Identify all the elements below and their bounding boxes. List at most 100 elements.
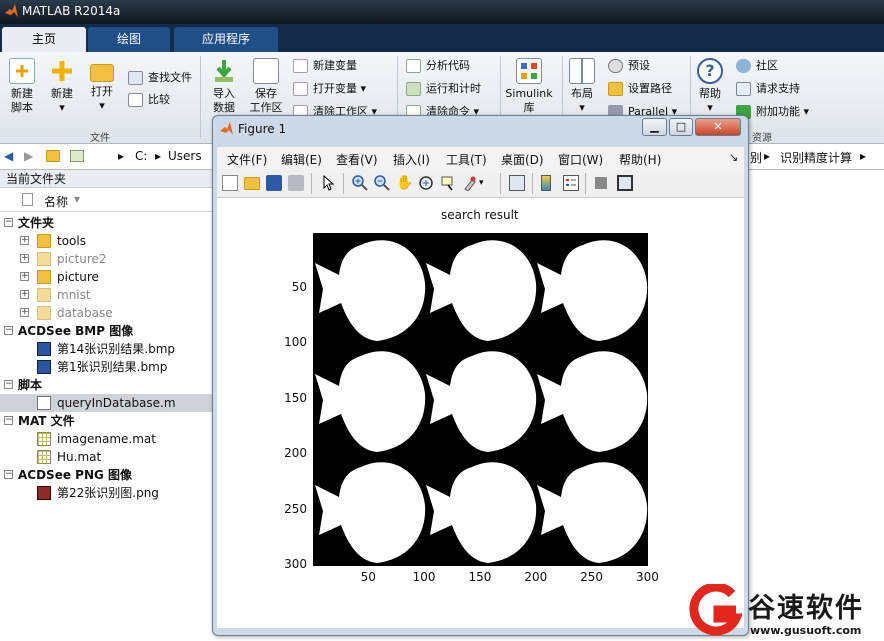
new-variable-button[interactable]: 新建变量 xyxy=(293,56,357,76)
y-tick-label: 150 xyxy=(284,390,307,405)
community-button[interactable]: 社区 xyxy=(736,56,778,76)
zoom-in-icon[interactable] xyxy=(352,175,368,191)
legend-icon[interactable] xyxy=(563,175,579,191)
analyze-code-button[interactable]: 分析代码 xyxy=(406,56,470,76)
layout-button[interactable]: 布局 ▾ xyxy=(560,56,604,115)
menu-file[interactable]: 文件(F) xyxy=(227,151,267,168)
tab-home[interactable]: 主页 xyxy=(2,27,86,52)
collapse-icon[interactable]: − xyxy=(4,326,13,335)
forward-arrow-icon[interactable]: ▶ xyxy=(24,149,33,163)
open-button[interactable]: 打开 ▾ xyxy=(80,56,124,113)
matlab-logo-icon xyxy=(220,122,233,135)
import-data-button[interactable]: 导入 数据 xyxy=(202,56,246,115)
path-segment-current[interactable]: 识别精度计算 xyxy=(780,149,852,166)
find-files-button[interactable]: 查找文件 xyxy=(128,68,192,88)
file-item-mat[interactable]: imagename.mat xyxy=(0,430,212,448)
folder-item-picture[interactable]: + picture xyxy=(0,268,212,286)
toolbar-divider xyxy=(311,173,312,194)
open-file-icon[interactable] xyxy=(244,177,260,190)
back-arrow-icon[interactable]: ◀ xyxy=(4,149,13,163)
file-type-column-icon xyxy=(22,193,33,206)
folder-icon xyxy=(37,234,51,248)
group-scripts[interactable]: − 脚本 xyxy=(0,376,212,394)
file-item-bmp[interactable]: 第14张识别结果.bmp xyxy=(0,340,212,358)
sort-arrow-icon[interactable]: ▾ xyxy=(74,192,80,206)
chevron-down-icon: ▾ xyxy=(99,99,105,112)
new-script-button[interactable]: 新建 脚本 xyxy=(0,56,44,115)
mat-file-icon xyxy=(37,450,51,464)
group-folders[interactable]: − 文件夹 xyxy=(0,214,212,232)
menu-view[interactable]: 查看(V) xyxy=(336,151,378,168)
minimize-button[interactable]: ▁ xyxy=(642,118,667,136)
folder-item-mnist[interactable]: + mnist xyxy=(0,286,212,304)
request-support-button[interactable]: 请求支持 xyxy=(736,79,800,99)
zoom-out-icon[interactable] xyxy=(374,175,390,191)
save-workspace-button[interactable]: 保存 工作区 xyxy=(244,56,288,115)
up-folder-icon[interactable] xyxy=(46,150,62,164)
group-png[interactable]: − ACDSee PNG 图像 xyxy=(0,466,212,484)
menu-window[interactable]: 窗口(W) xyxy=(558,151,603,168)
help-button[interactable]: ? 帮助 ▾ xyxy=(688,56,732,115)
folder-item-tools[interactable]: + tools xyxy=(0,232,212,250)
compare-button[interactable]: 比较 xyxy=(128,90,170,110)
expand-icon[interactable]: + xyxy=(20,254,29,263)
group-bmp[interactable]: − ACDSee BMP 图像 xyxy=(0,322,212,340)
simulink-button[interactable]: Simulink 库 xyxy=(504,56,554,115)
collapse-icon[interactable]: − xyxy=(4,380,13,389)
pan-hand-icon[interactable]: ✋ xyxy=(396,175,413,191)
file-item-png[interactable]: 第22张识别图.png xyxy=(0,484,212,502)
link-plot-icon[interactable] xyxy=(509,175,525,191)
file-item-mat[interactable]: Hu.mat xyxy=(0,448,212,466)
figure-canvas[interactable]: search result 50 100 150 200 250 300 50 100 150 2… xyxy=(217,198,744,628)
expand-icon[interactable]: + xyxy=(20,290,29,299)
hide-plot-tools-icon[interactable] xyxy=(595,177,607,189)
chevron-down-icon[interactable]: ▾ xyxy=(479,175,495,191)
tab-apps[interactable]: 应用程序 xyxy=(174,27,278,52)
tab-plots[interactable]: 绘图 xyxy=(88,27,170,52)
rotate-3d-icon[interactable] xyxy=(418,175,434,191)
file-item-script[interactable]: queryInDatabase.m xyxy=(0,394,212,412)
file-item-bmp[interactable]: 第1张识别结果.bmp xyxy=(0,358,212,376)
menu-insert[interactable]: 插入(I) xyxy=(393,151,430,168)
image-axes[interactable] xyxy=(313,233,648,566)
menu-tools[interactable]: 工具(T) xyxy=(446,151,487,168)
bmp-file-icon xyxy=(37,360,51,374)
figure-window[interactable]: Figure 1 ▁ □ ✕ 文件(F) 编辑(E) 查看(V) 插入(I) 工… xyxy=(212,115,749,636)
expand-icon[interactable]: + xyxy=(20,308,29,317)
preferences-button[interactable]: 预设 xyxy=(608,56,650,76)
collapse-icon[interactable]: − xyxy=(4,218,13,227)
maximize-button[interactable]: □ xyxy=(669,118,693,136)
show-plot-tools-icon[interactable] xyxy=(617,175,633,191)
pointer-icon[interactable] xyxy=(320,174,336,191)
new-figure-icon[interactable] xyxy=(222,175,238,191)
colorbar-icon[interactable] xyxy=(541,175,551,191)
folder-item-database[interactable]: + database xyxy=(0,304,212,322)
open-variable-button[interactable]: 打开变量 ▾ xyxy=(293,79,366,99)
browse-folder-icon[interactable] xyxy=(70,150,86,164)
menu-edit[interactable]: 编辑(E) xyxy=(281,151,322,168)
collapse-icon[interactable]: − xyxy=(4,416,13,425)
run-and-time-button[interactable]: 运行和计时 xyxy=(406,79,481,99)
menu-desktop[interactable]: 桌面(D) xyxy=(501,151,544,168)
new-button[interactable]: 新建 ▾ xyxy=(40,56,84,115)
list-item-label: picture2 xyxy=(57,252,107,266)
data-cursor-icon[interactable] xyxy=(440,175,456,191)
group-mat[interactable]: − MAT 文件 xyxy=(0,412,212,430)
collapse-icon[interactable]: − xyxy=(4,470,13,479)
dock-arrow-icon[interactable]: ↘ xyxy=(729,151,738,164)
name-column-header[interactable]: 名称 xyxy=(44,193,68,210)
save-icon[interactable] xyxy=(266,175,282,191)
path-segment-tail[interactable]: 别 xyxy=(750,149,762,166)
set-path-button[interactable]: 设置路径 xyxy=(608,79,672,99)
expand-icon[interactable]: + xyxy=(20,236,29,245)
menu-help[interactable]: 帮助(H) xyxy=(619,151,661,168)
expand-icon[interactable]: + xyxy=(20,272,29,281)
folder-item-picture2[interactable]: + picture2 xyxy=(0,250,212,268)
path-segment-c[interactable]: C: xyxy=(135,149,147,163)
brush-icon[interactable] xyxy=(462,175,478,192)
path-segment-users[interactable]: Users xyxy=(168,149,202,163)
fish-silhouette xyxy=(315,240,426,341)
simulink-label: Simulink 库 xyxy=(505,87,553,114)
print-icon[interactable] xyxy=(288,175,304,191)
close-button[interactable]: ✕ xyxy=(695,118,741,136)
